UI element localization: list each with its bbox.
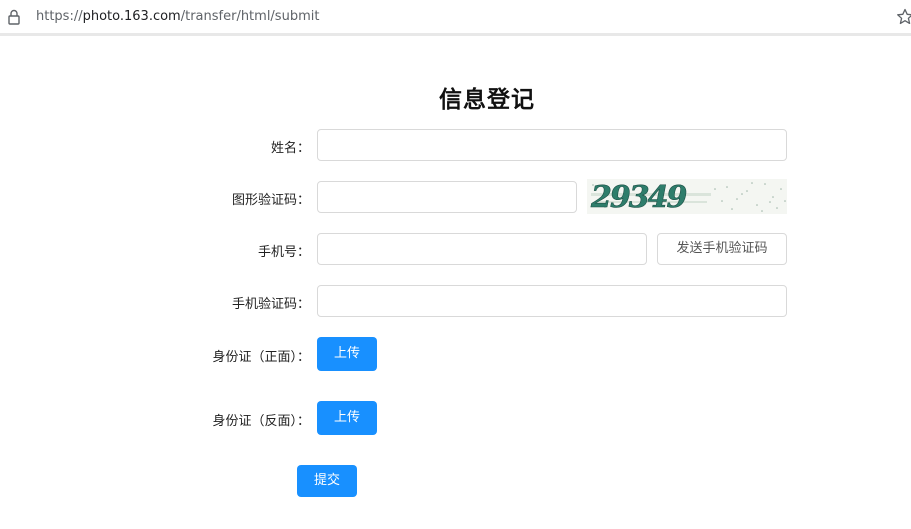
url-field[interactable]: https://photo.163.com/transfer/html/subm…	[36, 9, 319, 24]
name-label: 姓名：	[270, 141, 310, 156]
page-title: 信息登记	[439, 87, 535, 113]
url-path: /transfer/html/submit	[180, 9, 320, 24]
browser-address-bar: https://photo.163.com/transfer/html/subm…	[0, 0, 911, 36]
lock-icon[interactable]	[8, 9, 20, 25]
name-input[interactable]	[317, 129, 787, 161]
bookmark-star-icon[interactable]	[896, 8, 911, 26]
id-back-label: 身份证（反面）：	[212, 414, 310, 429]
captcha-label: 图形验证码：	[231, 193, 310, 208]
captcha-image[interactable]: 29349	[587, 179, 787, 214]
sms-code-input[interactable]	[317, 285, 787, 317]
phone-label: 手机号：	[257, 245, 310, 260]
captcha-input[interactable]	[317, 181, 577, 213]
url-prefix: https://	[36, 9, 83, 24]
id-front-label: 身份证（正面）：	[212, 350, 310, 365]
upload-id-back-button[interactable]: 上传	[317, 401, 377, 435]
upload-id-front-button[interactable]: 上传	[317, 337, 377, 371]
sms-code-label: 手机验证码：	[231, 297, 310, 312]
phone-input[interactable]	[317, 233, 647, 265]
submit-button[interactable]: 提交	[297, 465, 357, 497]
url-host: photo.163.com	[82, 9, 181, 24]
send-sms-code-button[interactable]: 发送手机验证码	[657, 233, 787, 265]
captcha-text: 29349	[590, 180, 687, 214]
